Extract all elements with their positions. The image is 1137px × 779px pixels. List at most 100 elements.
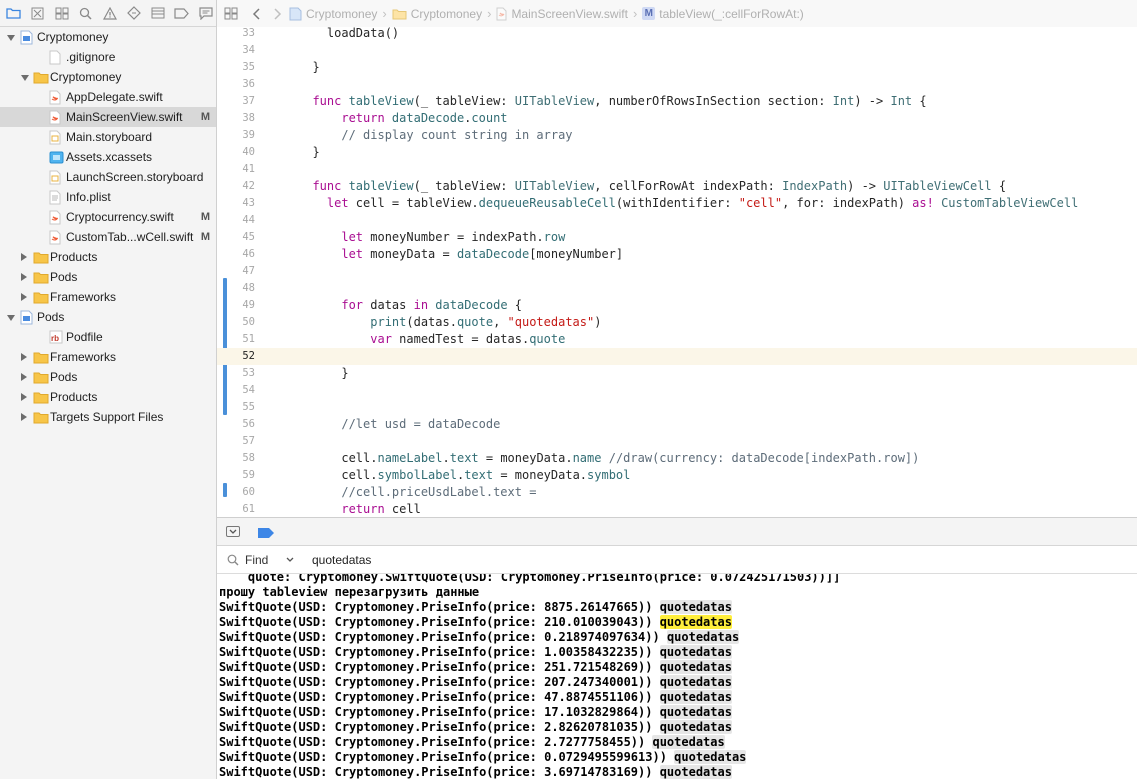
navigator-item[interactable]: Assets.xcassets bbox=[0, 147, 216, 167]
navigator-item[interactable]: Products bbox=[0, 387, 216, 407]
related-items-icon[interactable] bbox=[217, 7, 245, 20]
disclosure-closed-icon[interactable] bbox=[21, 373, 27, 381]
console-output[interactable]: quote: Cryptomoney.SwiftQuote(USD: Crypt… bbox=[217, 574, 1137, 779]
navigator-item[interactable]: LaunchScreen.storyboard bbox=[0, 167, 216, 187]
navigator-item[interactable]: Pods bbox=[0, 367, 216, 387]
console-line-text: SwiftQuote(USD: Cryptomoney.PriseInfo(pr… bbox=[219, 630, 667, 644]
code-comment: //let usd = dataDecode bbox=[298, 417, 501, 431]
search-match: quotedatas bbox=[666, 630, 740, 644]
symbol-navigator-icon[interactable] bbox=[53, 5, 70, 22]
current-code-line[interactable]: 52 bbox=[217, 348, 1137, 365]
code-line[interactable]: 55 bbox=[217, 399, 1137, 416]
code-line[interactable]: 59 cell.symbolLabel.text = moneyData.sym… bbox=[217, 467, 1137, 484]
code-content: let moneyData = dataDecode[moneyNumber] bbox=[298, 246, 623, 263]
disclosure-closed-icon[interactable] bbox=[21, 353, 27, 361]
breakpoints-toggle-button[interactable] bbox=[258, 527, 274, 541]
line-number: 35 bbox=[242, 61, 255, 73]
navigator-item-label: Products bbox=[50, 250, 98, 264]
test-diamond-icon[interactable] bbox=[125, 5, 142, 22]
jumpbar-group[interactable]: Cryptomoney bbox=[392, 7, 482, 21]
code-text: cell. bbox=[298, 451, 378, 465]
code-line[interactable]: 56 //let usd = dataDecode bbox=[217, 416, 1137, 433]
find-mode-popup[interactable]: Find bbox=[245, 553, 294, 567]
jumpbar-project[interactable]: Cryptomoney bbox=[289, 7, 377, 21]
code-line[interactable]: 42 func tableView(_ tableView: UITableVi… bbox=[217, 178, 1137, 195]
debug-navigator-icon[interactable] bbox=[149, 5, 166, 22]
navigator-item[interactable]: Frameworks bbox=[0, 287, 216, 307]
code-line[interactable]: 50 print(datas.quote, "quotedatas") bbox=[217, 314, 1137, 331]
source-editor[interactable]: 33 loadData() 34 35 } 36 37 func tableView(_… bbox=[217, 27, 1137, 517]
code-line[interactable]: 57 bbox=[217, 433, 1137, 450]
disclosure-closed-icon[interactable] bbox=[21, 293, 27, 301]
disclosure-closed-icon[interactable] bbox=[21, 413, 27, 421]
disclosure-open-icon[interactable] bbox=[7, 315, 15, 321]
navigator-item[interactable]: rb Podfile bbox=[0, 327, 216, 347]
code-line[interactable]: 53 } bbox=[217, 365, 1137, 382]
disclosure-open-icon[interactable] bbox=[21, 75, 29, 81]
navigator-item[interactable]: Cryptocurrency.swift M bbox=[0, 207, 216, 227]
report-icon[interactable] bbox=[197, 5, 214, 22]
find-query-field[interactable]: quotedatas bbox=[312, 553, 371, 567]
disclosure-open-icon[interactable] bbox=[7, 35, 15, 41]
disclosure-closed-icon[interactable] bbox=[21, 393, 27, 401]
code-line[interactable]: 38 return dataDecode.count bbox=[217, 110, 1137, 127]
navigator-item[interactable]: Products bbox=[0, 247, 216, 267]
code-line[interactable]: 45 let moneyNumber = indexPath.row bbox=[217, 229, 1137, 246]
search-icon[interactable] bbox=[77, 5, 94, 22]
code-line[interactable]: 61 return cell bbox=[217, 501, 1137, 517]
keyword-token: let bbox=[298, 247, 371, 261]
code-line[interactable]: 39 // display count string in array bbox=[217, 127, 1137, 144]
code-line[interactable]: 43 let cell = tableView.dequeueReusableC… bbox=[217, 195, 1137, 212]
navigator-item-label: Info.plist bbox=[66, 190, 111, 204]
navigator-item[interactable]: Targets Support Files bbox=[0, 407, 216, 427]
code-line[interactable]: 58 cell.nameLabel.text = moneyData.name … bbox=[217, 450, 1137, 467]
jumpbar-method[interactable]: M tableView(_:cellForRowAt:) bbox=[642, 7, 804, 21]
back-chevron-icon[interactable] bbox=[245, 7, 267, 20]
code-line[interactable]: 34 bbox=[217, 42, 1137, 59]
code-line[interactable]: 60 //cell.priceUsdLabel.text = bbox=[217, 484, 1137, 501]
jumpbar-file[interactable]: MainScreenView.swift bbox=[496, 7, 628, 21]
source-control-icon[interactable] bbox=[29, 5, 46, 22]
code-line[interactable]: 41 bbox=[217, 161, 1137, 178]
navigator-item[interactable]: Main.storyboard bbox=[0, 127, 216, 147]
console-line-text: SwiftQuote(USD: Cryptomoney.PriseInfo(pr… bbox=[219, 645, 660, 659]
code-text: ) bbox=[594, 315, 602, 329]
navigator-item[interactable]: AppDelegate.swift bbox=[0, 87, 216, 107]
navigator-item[interactable]: Cryptomoney bbox=[0, 67, 216, 87]
folder-icon[interactable] bbox=[5, 5, 22, 22]
navigator-item[interactable]: Pods bbox=[0, 307, 216, 327]
hide-debug-area-button[interactable] bbox=[226, 526, 240, 537]
navigator-item[interactable]: Cryptomoney bbox=[0, 27, 216, 47]
code-line[interactable]: 49 for datas in dataDecode { bbox=[217, 297, 1137, 314]
code-line[interactable]: 36 bbox=[217, 76, 1137, 93]
identifier-token: dequeueReusableCell bbox=[478, 196, 616, 210]
disclosure-closed-icon[interactable] bbox=[21, 253, 27, 261]
line-number: 48 bbox=[242, 282, 255, 294]
code-line[interactable]: 46 let moneyData = dataDecode[moneyNumbe… bbox=[217, 246, 1137, 263]
disclosure-closed-icon[interactable] bbox=[21, 273, 27, 281]
navigator-item[interactable]: MainScreenView.swift M bbox=[0, 107, 216, 127]
console-line: SwiftQuote(USD: Cryptomoney.PriseInfo(pr… bbox=[219, 750, 747, 765]
forward-chevron-icon[interactable] bbox=[267, 7, 289, 20]
code-line[interactable]: 37 func tableView(_ tableView: UITableVi… bbox=[217, 93, 1137, 110]
navigator-item[interactable]: Frameworks bbox=[0, 347, 216, 367]
breakpoint-icon[interactable] bbox=[173, 5, 190, 22]
code-line[interactable]: 54 bbox=[217, 382, 1137, 399]
code-line[interactable]: 40 } bbox=[217, 144, 1137, 161]
keyword-token: var bbox=[298, 332, 400, 346]
code-line[interactable]: 51 var namedTest = datas.quote bbox=[217, 331, 1137, 348]
console-line: SwiftQuote(USD: Cryptomoney.PriseInfo(pr… bbox=[219, 615, 732, 630]
code-line[interactable]: 35 } bbox=[217, 59, 1137, 76]
navigator-item[interactable]: Pods bbox=[0, 267, 216, 287]
navigator-item[interactable]: Info.plist bbox=[0, 187, 216, 207]
code-line[interactable]: 48 bbox=[217, 280, 1137, 297]
line-number: 33 bbox=[242, 27, 255, 39]
navigator-item[interactable]: .gitignore bbox=[0, 47, 216, 67]
warning-icon[interactable] bbox=[101, 5, 118, 22]
code-line[interactable]: 47 bbox=[217, 263, 1137, 280]
navigator-item[interactable]: CustomTab...wCell.swift M bbox=[0, 227, 216, 247]
code-line[interactable]: 33 loadData() bbox=[217, 27, 1137, 42]
code-line[interactable]: 44 bbox=[217, 212, 1137, 229]
